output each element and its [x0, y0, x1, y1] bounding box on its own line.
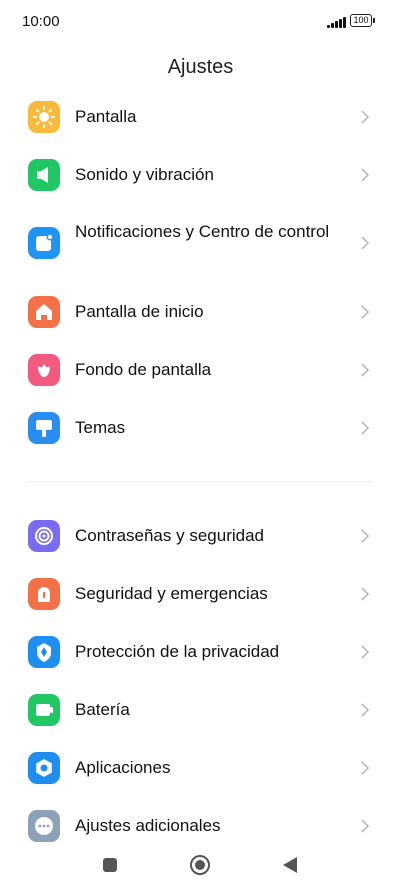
chevron-right-icon [361, 168, 370, 182]
more-icon [28, 810, 60, 842]
back-button[interactable] [282, 856, 298, 874]
battery-icon [28, 694, 60, 726]
settings-item-label: Temas [75, 418, 126, 437]
sun-icon [28, 101, 60, 133]
page-title: Ajustes [167, 56, 234, 78]
settings-item-label: Aplicaciones [75, 758, 171, 777]
notification-icon [28, 227, 60, 259]
chevron-right-icon [361, 305, 370, 319]
settings-item-pantalla[interactable]: Pantalla [0, 91, 401, 143]
signal-icon [327, 16, 347, 28]
status-bar: 10:00 100 [0, 0, 401, 44]
chevron-right-icon [361, 703, 370, 717]
settings-item-label: Notificaciones y Centro de control [75, 222, 330, 241]
chevron-right-icon [361, 421, 370, 435]
settings-item-label: Ajustes adicionales [75, 816, 221, 835]
settings-item-notificaciones[interactable]: Notificaciones y Centro de control [0, 212, 401, 274]
settings-item-label: Pantalla [75, 107, 137, 126]
home-button[interactable] [189, 854, 211, 876]
section-divider [28, 481, 373, 482]
chevron-right-icon [361, 110, 370, 124]
settings-item-seguridad-emergencias[interactable]: Seguridad y emergencias [0, 568, 401, 620]
settings-item-bateria[interactable]: Batería [0, 684, 401, 736]
settings-item-temas[interactable]: Temas [0, 402, 401, 454]
settings-item-label: Protección de la privacidad [75, 642, 280, 661]
chevron-right-icon [361, 645, 370, 659]
chevron-right-icon [361, 529, 370, 543]
settings-item-pantalla-inicio[interactable]: Pantalla de inicio [0, 286, 401, 338]
settings-item-label: Contraseñas y seguridad [75, 526, 265, 545]
flower-icon [28, 354, 60, 386]
chevron-right-icon [361, 363, 370, 377]
speaker-icon [28, 159, 60, 191]
settings-item-fondo[interactable]: Fondo de pantalla [0, 344, 401, 396]
settings-item-sonido[interactable]: Sonido y vibración [0, 149, 401, 201]
brush-icon [28, 412, 60, 444]
settings-item-aplicaciones[interactable]: Aplicaciones [0, 742, 401, 794]
chevron-right-icon [361, 761, 370, 775]
chevron-right-icon [361, 819, 370, 833]
recents-button[interactable] [102, 857, 118, 873]
chevron-right-icon [361, 587, 370, 601]
settings-item-privacidad[interactable]: Protección de la privacidad [0, 626, 401, 678]
settings-item-label: Fondo de pantalla [75, 360, 212, 379]
settings-item-label: Seguridad y emergencias [75, 584, 268, 603]
settings-item-label: Pantalla de inicio [75, 302, 204, 321]
shield-icon [28, 636, 60, 668]
home-icon [28, 296, 60, 328]
status-time: 10:00 [22, 13, 60, 30]
fingerprint-icon [28, 520, 60, 552]
battery-status-icon: 100 [350, 14, 375, 27]
settings-item-label: Sonido y vibración [75, 165, 214, 184]
gear-icon [28, 752, 60, 784]
battery-level: 100 [353, 15, 369, 25]
emergency-icon [28, 578, 60, 610]
chevron-right-icon [361, 236, 370, 250]
settings-item-label: Batería [75, 700, 130, 719]
settings-item-contrasenas[interactable]: Contraseñas y seguridad [0, 510, 401, 562]
navigation-bar [0, 845, 401, 885]
